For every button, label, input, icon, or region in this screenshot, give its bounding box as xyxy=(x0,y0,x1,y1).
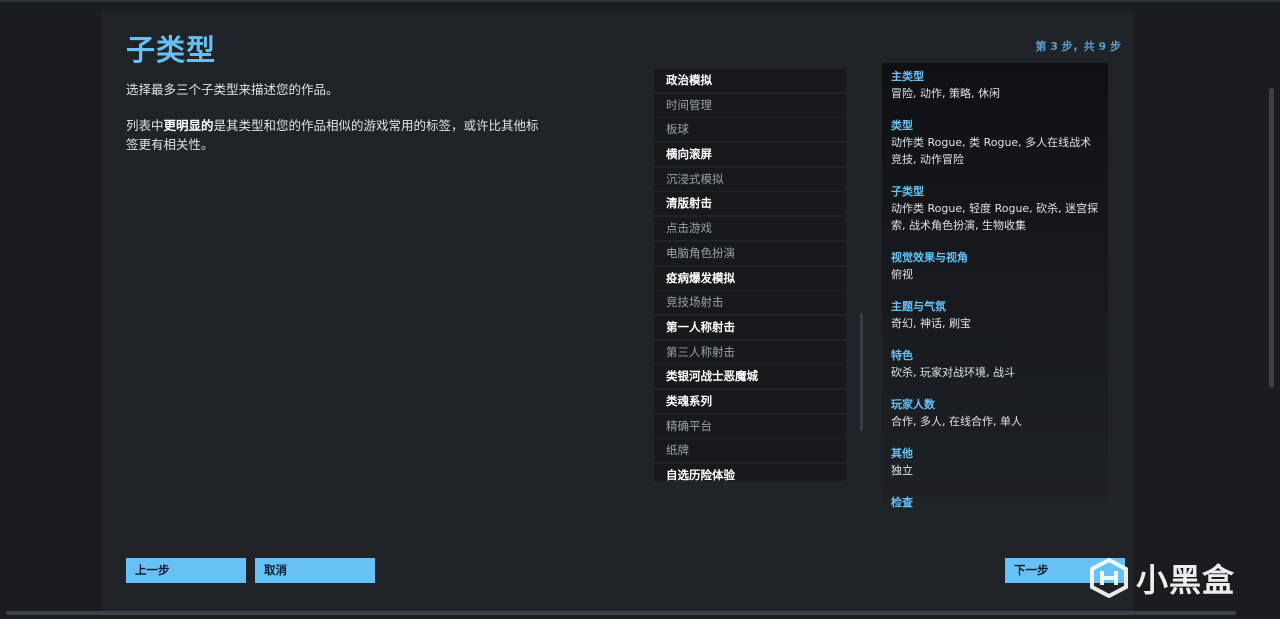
summary-section-title: 主题与气氛 xyxy=(891,300,946,313)
summary-section-value: 奇幻, 神话, 刷宝 xyxy=(891,317,971,330)
tag-wizard-dialog: 子类型 第 3 步，共 9 步 选择最多三个子类型来描述您的作品。 列表中更明显… xyxy=(101,11,1134,611)
watermark-text: 小黑盒 xyxy=(1136,561,1236,599)
summary-section-value: 动作类 Rogue, 轻度 Rogue, 砍杀, 迷宫探索, 战术角色扮演, 生… xyxy=(891,202,1099,232)
summary-section-title: 视觉效果与视角 xyxy=(891,251,968,264)
subgenre-option[interactable]: 类魂系列 xyxy=(654,389,846,413)
selection-summary-panel: 主类型冒险, 动作, 策略, 休闲 类型动作类 Rogue, 类 Rogue, 多… xyxy=(882,63,1108,509)
subgenre-option[interactable]: 横向滚屏 xyxy=(654,143,846,167)
summary-section-value: 合作, 多人, 在线合作, 单人 xyxy=(891,415,1022,428)
summary-section: 检查 xyxy=(891,495,1099,511)
summary-section: 主题与气氛奇幻, 神话, 刷宝 xyxy=(891,299,1099,332)
subgenre-option[interactable]: 纸牌 xyxy=(654,439,846,463)
summary-section-value: 动作类 Rogue, 类 Rogue, 多人在线战术竞技, 动作冒险 xyxy=(891,136,1092,166)
subgenre-option[interactable]: 类银河战士恶魔城 xyxy=(654,365,846,389)
subgenre-option[interactable]: 疫病爆发模拟 xyxy=(654,266,846,290)
horizontal-scrollbar[interactable] xyxy=(6,611,1236,615)
summary-section-title: 检查 xyxy=(891,496,913,509)
instruction-emphasis: 更明显的 xyxy=(163,118,214,133)
subgenre-option[interactable]: 第三人称射击 xyxy=(654,340,846,364)
summary-section-value: 独立 xyxy=(891,464,913,477)
subgenre-option[interactable]: 竞技场射击 xyxy=(654,291,846,315)
instruction-line-1: 选择最多三个子类型来描述您的作品。 xyxy=(126,82,339,97)
cancel-button[interactable]: 取消 xyxy=(255,558,375,583)
page-title: 子类型 xyxy=(126,33,217,67)
subgenre-option[interactable]: 自选历险体验 xyxy=(654,464,846,481)
window-top-border xyxy=(0,0,1280,2)
summary-section-title: 玩家人数 xyxy=(891,398,935,411)
summary-section: 玩家人数合作, 多人, 在线合作, 单人 xyxy=(891,397,1099,430)
summary-section-value: 俯视 xyxy=(891,268,913,281)
summary-section-value: 砍杀, 玩家对战环境, 战斗 xyxy=(891,366,1015,379)
summary-section: 视觉效果与视角 俯视 xyxy=(891,250,1099,283)
summary-section-title: 其他 xyxy=(891,447,913,460)
instruction-prefix: 列表中 xyxy=(126,118,164,133)
summary-section: 主类型冒险, 动作, 策略, 休闲 xyxy=(891,69,1099,102)
summary-section-title: 类型 xyxy=(891,119,913,132)
subgenre-option[interactable]: 电脑角色扮演 xyxy=(654,241,846,265)
subgenre-option[interactable]: 清版射击 xyxy=(654,192,846,216)
step-indicator: 第 3 步，共 9 步 xyxy=(1035,40,1121,53)
instruction-line-2: 列表中更明显的是其类型和您的作品相似的游戏常用的标签，或许比其他标签更有相关性。 xyxy=(126,116,551,154)
subgenre-list-scrollbar[interactable] xyxy=(860,313,863,431)
subgenre-option[interactable]: 板球 xyxy=(654,118,846,142)
subgenre-option[interactable]: 沉浸式模拟 xyxy=(654,167,846,191)
summary-section-title: 主类型 xyxy=(891,70,924,83)
summary-section: 子类型动作类 Rogue, 轻度 Rogue, 砍杀, 迷宫探索, 战术角色扮演… xyxy=(891,184,1099,234)
summary-section-title: 子类型 xyxy=(891,185,924,198)
subgenre-option[interactable]: 第一人称射击 xyxy=(654,315,846,339)
summary-section-title: 特色 xyxy=(891,349,913,362)
subgenre-option[interactable]: 政治模拟 xyxy=(654,69,846,92)
instructions: 选择最多三个子类型来描述您的作品。 列表中更明显的是其类型和您的作品相似的游戏常… xyxy=(126,80,551,171)
subgenre-list: 政治模拟 时间管理 板球 横向滚屏 沉浸式模拟 清版射击 点击游戏 电脑角色扮演 疫病爆发模拟竞… xyxy=(654,69,846,481)
back-button[interactable]: 上一步 xyxy=(126,558,246,583)
page-scrollbar[interactable] xyxy=(1269,88,1274,388)
summary-section: 类型动作类 Rogue, 类 Rogue, 多人在线战术竞技, 动作冒险 xyxy=(891,118,1099,168)
summary-section-value: 冒险, 动作, 策略, 休闲 xyxy=(891,87,1000,100)
subgenre-option[interactable]: 点击游戏 xyxy=(654,217,846,241)
subgenre-option[interactable]: 精确平台 xyxy=(654,414,846,438)
summary-section: 其他 独立 xyxy=(891,446,1099,479)
summary-section: 特色砍杀, 玩家对战环境, 战斗 xyxy=(891,348,1099,381)
xiaoheihe-logo-icon xyxy=(1090,558,1128,598)
watermark: 小黑盒 xyxy=(1088,553,1235,603)
subgenre-option[interactable]: 时间管理 xyxy=(654,93,846,117)
